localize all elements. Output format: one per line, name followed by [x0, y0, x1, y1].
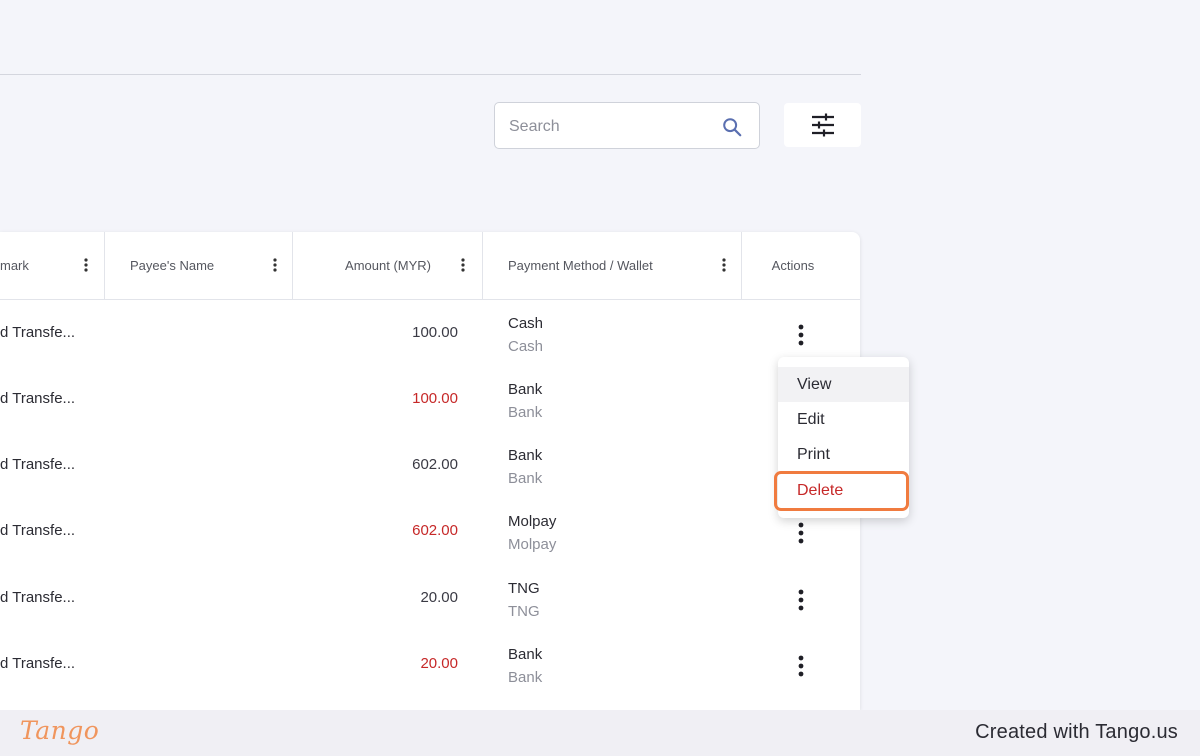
column-header-amount[interactable]: Amount (MYR)	[293, 232, 482, 299]
wallet: Bank	[508, 669, 543, 686]
column-menu-icon[interactable]	[273, 258, 277, 272]
table-row[interactable]: d Transfe... 100.00 Cash Cash	[0, 300, 860, 366]
table-header: mark Payee's Name Amount (MYR) Payment M…	[0, 232, 860, 300]
transactions-table: mark Payee's Name Amount (MYR) Payment M…	[0, 232, 860, 710]
table-row[interactable]: d Transfe... 602.00 Bank Bank	[0, 432, 860, 498]
menu-item-view[interactable]: View	[778, 367, 909, 402]
remark-cell: d Transfe...	[0, 589, 76, 606]
filter-button[interactable]	[784, 103, 861, 147]
column-header-remark[interactable]: mark	[0, 232, 104, 299]
column-header-payee[interactable]: Payee's Name	[105, 232, 292, 299]
column-header-actions: Actions	[742, 232, 860, 299]
row-actions-menu: View Edit Print Delete	[774, 357, 909, 518]
wallet: TNG	[508, 603, 540, 620]
remark-cell: d Transfe...	[0, 522, 76, 539]
footer-credit: Created with Tango.us	[975, 721, 1178, 743]
search-input[interactable]	[507, 103, 711, 150]
tango-logo: Tango	[20, 716, 100, 745]
payment-method-cell: Cash Cash	[508, 312, 543, 358]
payment-method: Molpay	[508, 513, 557, 530]
table-row[interactable]: d Transfe... 20.00 TNG TNG	[0, 565, 860, 631]
search-box[interactable]	[494, 102, 760, 150]
remark-cell: d Transfe...	[0, 324, 76, 341]
payment-method: Bank	[508, 646, 543, 663]
amount-cell: 602.00	[412, 456, 458, 473]
kebab-menu-icon[interactable]	[797, 655, 805, 677]
amount-cell: 20.00	[420, 655, 458, 672]
table-row[interactable]: d Transfe... 602.00 Molpay Molpay	[0, 498, 860, 564]
payment-method: Bank	[508, 447, 543, 464]
footer-bar: Tango Created with Tango.us	[0, 710, 1200, 756]
kebab-menu-icon[interactable]	[797, 324, 805, 346]
payment-method-cell: Molpay Molpay	[508, 510, 556, 556]
table-row[interactable]: d Transfe... 20.00 Bank Bank	[0, 631, 860, 697]
menu-item-print[interactable]: Print	[778, 437, 909, 472]
top-divider	[0, 74, 861, 75]
remark-cell: d Transfe...	[0, 456, 76, 473]
amount-cell: 100.00	[412, 324, 458, 341]
payment-method-cell: Bank Bank	[508, 444, 542, 490]
column-header-payment-method[interactable]: Payment Method / Wallet	[483, 232, 741, 299]
column-menu-icon[interactable]	[84, 258, 88, 272]
column-header-label: mark	[0, 258, 29, 273]
column-header-label: Payment Method / Wallet	[508, 258, 653, 273]
column-header-label: Actions	[771, 258, 815, 273]
wallet: Cash	[508, 338, 544, 355]
payment-method-cell: Bank Bank	[508, 643, 542, 689]
filter-sliders-icon	[811, 113, 834, 137]
column-header-label: Amount (MYR)	[345, 258, 431, 273]
column-header-label: Payee's Name	[130, 258, 215, 273]
payment-method-cell: Bank Bank	[508, 378, 542, 424]
kebab-menu-icon[interactable]	[797, 522, 805, 544]
remark-cell: d Transfe...	[0, 655, 76, 672]
amount-cell: 100.00	[412, 390, 458, 407]
payment-method: Bank	[508, 381, 543, 398]
wallet: Bank	[508, 404, 543, 421]
menu-item-edit[interactable]: Edit	[778, 402, 909, 437]
amount-cell: 602.00	[412, 522, 458, 539]
wallet: Bank	[508, 470, 543, 487]
column-menu-icon[interactable]	[722, 258, 726, 272]
payment-method: Cash	[508, 315, 544, 332]
payment-method-cell: TNG TNG	[508, 577, 540, 623]
search-icon[interactable]	[721, 116, 743, 138]
table-row[interactable]: d Transfe... 100.00 Bank Bank	[0, 366, 860, 432]
remark-cell: d Transfe...	[0, 390, 76, 407]
column-menu-icon[interactable]	[461, 258, 465, 272]
kebab-menu-icon[interactable]	[797, 589, 805, 611]
wallet: Molpay	[508, 536, 557, 553]
payment-method: TNG	[508, 580, 540, 597]
step-highlight-outline	[774, 471, 909, 511]
amount-cell: 20.00	[420, 589, 458, 606]
